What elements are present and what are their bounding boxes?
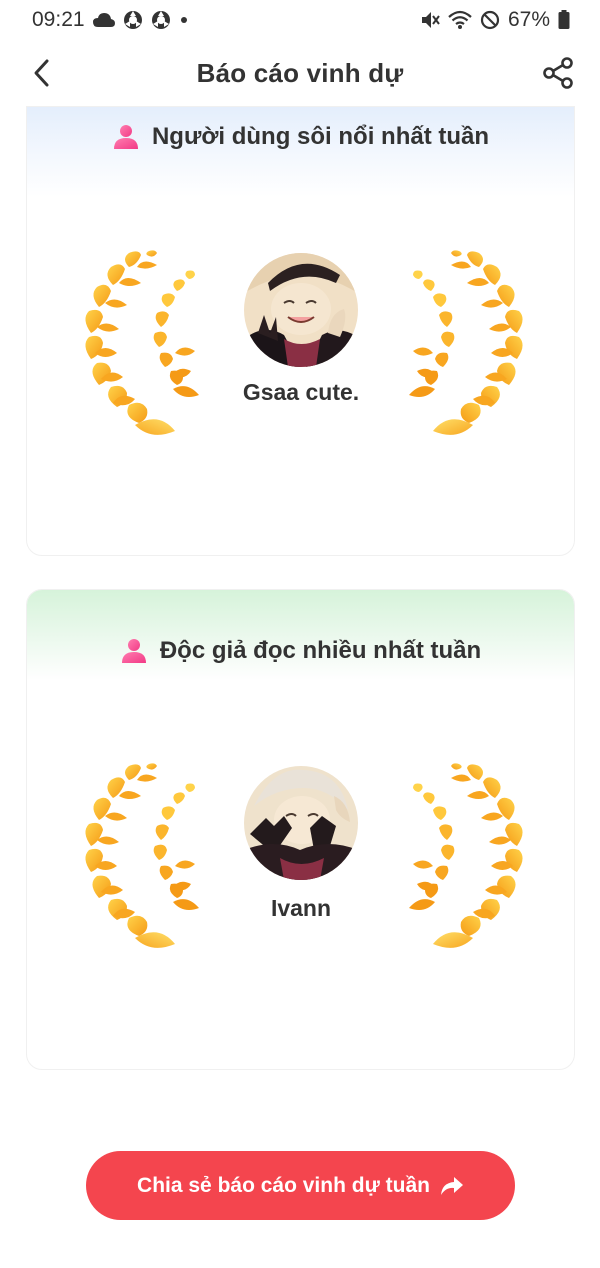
sync-icon xyxy=(123,11,142,29)
app-header: Báo cáo vinh dự xyxy=(0,40,600,106)
person-icon xyxy=(113,125,138,149)
card-header-bg xyxy=(27,107,574,197)
top-reader-card: Độc giả đọc nhiều nhất tuần Ivann xyxy=(26,589,575,1070)
no-disturb-icon xyxy=(480,10,500,30)
avatar[interactable] xyxy=(244,253,358,367)
laurel-right-icon xyxy=(409,763,523,948)
share-button[interactable] xyxy=(538,54,578,92)
user-name: Ivann xyxy=(270,895,332,921)
sync-icon xyxy=(151,11,170,29)
avatar-image xyxy=(244,253,358,367)
person-icon xyxy=(121,639,146,663)
share-report-button[interactable]: Chia sẻ báo cáo vinh dự tuần xyxy=(86,1151,515,1220)
page-title: Báo cáo vinh dự xyxy=(196,57,404,88)
laurel-left-icon xyxy=(85,763,199,948)
status-right: 67% xyxy=(420,8,570,32)
status-left: 09:21 xyxy=(32,8,189,32)
wifi-icon xyxy=(448,10,472,29)
laurel-right-icon xyxy=(409,250,523,435)
status-bar: 09:21 67% xyxy=(0,0,600,40)
cloud-icon xyxy=(92,13,115,27)
dot-icon xyxy=(180,17,187,23)
card-header-bg xyxy=(27,590,574,680)
most-active-user-card: Người dùng sôi nổi nhất tuần Gsaa cute. xyxy=(26,106,575,556)
battery-icon xyxy=(558,10,570,29)
laurel-left-icon xyxy=(85,250,199,435)
avatar[interactable] xyxy=(244,766,358,880)
card-title: Độc giả đọc nhiều nhất tuần xyxy=(159,637,482,664)
share-icon xyxy=(543,57,573,89)
chevron-left-icon xyxy=(34,59,49,87)
mute-icon xyxy=(421,12,440,28)
back-button[interactable] xyxy=(26,56,56,90)
card-title: Người dùng sôi nổi nhất tuần xyxy=(151,123,490,150)
user-name: Gsaa cute. xyxy=(242,379,360,405)
card-title-row: Độc giả đọc nhiều nhất tuần xyxy=(27,637,574,665)
battery-percent: 67% xyxy=(507,8,550,31)
status-time: 09:21 xyxy=(32,8,85,31)
avatar-image xyxy=(244,766,358,880)
card-title-row: Người dùng sôi nổi nhất tuần xyxy=(27,123,574,151)
forward-arrow-icon xyxy=(440,1176,463,1195)
share-report-label: Chia sẻ báo cáo vinh dự tuần xyxy=(137,1173,430,1197)
